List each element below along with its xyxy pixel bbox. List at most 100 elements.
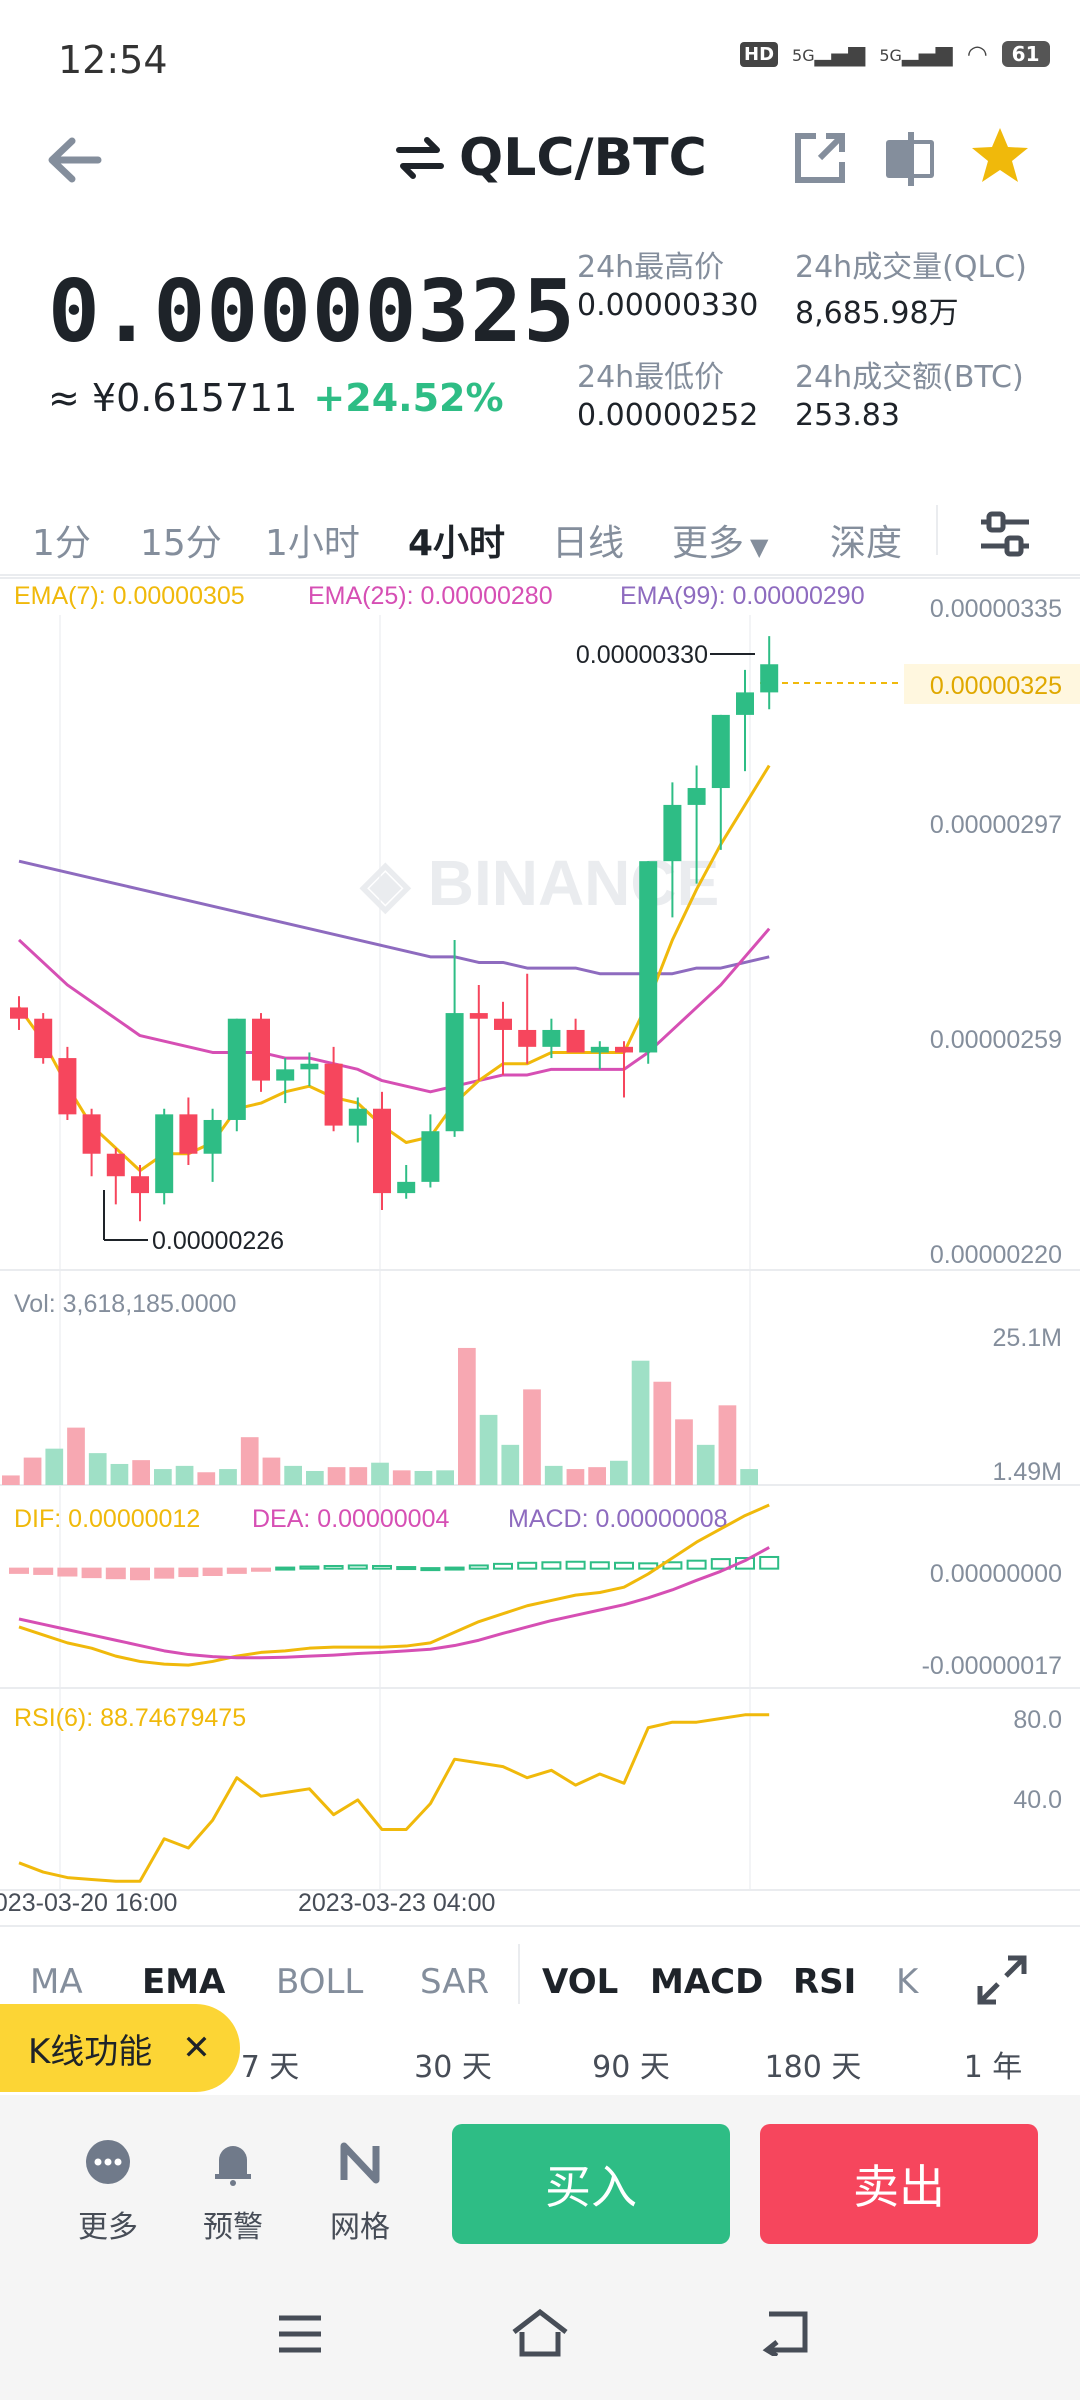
sell-button[interactable]: 卖出 <box>760 2124 1038 2244</box>
volume-bar <box>631 1360 650 1485</box>
interval-tabs: 1分 15分 1小时 4小时 日线 更多 ▼ 深度 <box>0 500 1080 580</box>
favorite-button[interactable] <box>968 124 1032 188</box>
pair-title[interactable]: QLC/BTC <box>395 128 707 188</box>
kline-chart[interactable]: ◈ BINANCE EMA(7): 0.00000305 EMA(25): 0.… <box>0 576 1080 1920</box>
candle <box>106 1153 125 1177</box>
tab-1d[interactable]: 日线 <box>552 514 624 566</box>
candle <box>10 1007 28 1019</box>
macd-bar <box>420 1567 441 1572</box>
volume-bar <box>240 1437 259 1485</box>
ind-tab-ema[interactable]: EMA <box>142 1962 225 2002</box>
ind-tab-sar[interactable]: SAR <box>420 1962 489 2002</box>
menu-nav-button[interactable] <box>275 2312 325 2356</box>
perf-180d-label: 180 天 <box>764 2050 862 2085</box>
macd-bar <box>759 1555 780 1570</box>
home-icon <box>512 2308 568 2357</box>
macd-bar <box>154 1567 175 1579</box>
ind-tab-boll[interactable]: BOLL <box>276 1962 363 2002</box>
candle <box>639 861 658 1053</box>
volume-bar <box>154 1469 172 1485</box>
macd-bar <box>444 1566 465 1571</box>
share-button[interactable] <box>790 128 850 188</box>
ind-tab-vol[interactable]: VOL <box>542 1962 618 2002</box>
grid-label: 网格 <box>330 2210 390 2245</box>
arrow-left-icon <box>48 137 102 183</box>
macd-tick-1: 0.00000000 <box>930 1560 1062 1588</box>
vol-tick-2: 1.49M <box>993 1458 1062 1486</box>
back-button[interactable] <box>40 125 110 195</box>
macd-bar <box>9 1567 29 1574</box>
macd-bar <box>686 1559 707 1570</box>
candle <box>397 1181 416 1194</box>
indicator-top-divider <box>0 1925 1080 1927</box>
x-tick-1: 2023-03-20 16:00 <box>0 1889 177 1917</box>
volume-bar <box>718 1405 737 1485</box>
buy-button[interactable]: 买入 <box>452 2124 730 2244</box>
sliders-icon <box>981 511 1029 557</box>
return-icon <box>762 2311 808 2359</box>
ind-tab-rsi[interactable]: RSI <box>793 1962 856 2002</box>
macd-bar <box>105 1567 126 1580</box>
tab-more[interactable]: 更多 ▼ <box>672 514 768 566</box>
volume-bar <box>740 1469 758 1485</box>
volume-bar <box>175 1465 194 1485</box>
candle <box>615 1046 633 1053</box>
ind-tab-macd[interactable]: MACD <box>650 1962 763 2002</box>
grid-button[interactable]: 网格 <box>310 2138 410 2246</box>
swap-icon <box>396 137 444 179</box>
amount-value: 253.83 <box>795 398 900 433</box>
tab-divider <box>936 505 938 555</box>
y-tick-2: 0.00000297 <box>930 811 1062 839</box>
rsi-series <box>18 1713 770 1883</box>
macd-bar <box>541 1561 562 1570</box>
candle <box>300 1063 319 1070</box>
chart-settings-button[interactable] <box>975 504 1035 564</box>
tab-15m[interactable]: 15分 <box>140 514 222 566</box>
tab-1m[interactable]: 1分 <box>32 514 91 566</box>
candle <box>494 1018 512 1030</box>
volume-bar <box>479 1414 498 1485</box>
expand-icon <box>977 1955 1027 2005</box>
macd-label: MACD: 0.00000008 <box>508 1505 728 1533</box>
more-button[interactable]: 更多 <box>58 2138 158 2246</box>
rsi-label: RSI(6): 88.74679475 <box>14 1704 246 1732</box>
candle <box>324 1063 343 1126</box>
volume-bar <box>436 1470 454 1485</box>
kline-pill-label: K线功能 <box>28 2031 153 2072</box>
ind-tab-ma[interactable]: MA <box>30 1962 83 2002</box>
back-nav-button[interactable] <box>755 2308 811 2359</box>
candle <box>179 1114 198 1154</box>
kline-features-pill[interactable]: K线功能 ✕ <box>0 2004 240 2092</box>
alert-button[interactable]: 预警 <box>183 2138 283 2246</box>
volume-label: 24h成交量(QLC) <box>795 250 1027 285</box>
macd-bar <box>323 1564 344 1570</box>
volume-bar <box>371 1462 389 1485</box>
macd-bar <box>347 1564 368 1570</box>
price-sub-row: ≈ ¥0.615711 +24.52% <box>48 376 504 420</box>
volume-bar <box>45 1448 64 1485</box>
candle <box>373 1108 391 1194</box>
volume-label: Vol: 3,618,185.0000 <box>14 1290 236 1318</box>
ind-tab-k[interactable]: K <box>896 1962 918 2002</box>
volume-bar <box>306 1470 324 1485</box>
macd-bar <box>33 1567 54 1575</box>
tab-4h[interactable]: 4小时 <box>408 514 505 566</box>
fullscreen-button[interactable] <box>972 1950 1036 2010</box>
home-nav-button[interactable] <box>510 2306 570 2358</box>
tab-1h[interactable]: 1小时 <box>265 514 360 566</box>
volume-bar <box>653 1381 672 1485</box>
compare-button[interactable] <box>880 128 940 188</box>
last-price: 0.00000325 <box>48 262 576 362</box>
status-time: 12:54 <box>58 38 168 82</box>
amount-label: 24h成交额(BTC) <box>795 360 1024 395</box>
volume-bar <box>566 1469 585 1485</box>
perf-90d-label: 90 天 <box>592 2050 670 2085</box>
pair-label: QLC/BTC <box>459 128 707 188</box>
volume-bar <box>2 1475 20 1485</box>
wifi-icon: ◠ <box>966 40 988 68</box>
perf-30d-label: 30 天 <box>414 2050 492 2085</box>
close-icon[interactable]: ✕ <box>182 2028 211 2068</box>
high-label: 24h最高价 <box>577 250 725 285</box>
volume-bar <box>219 1469 237 1485</box>
tab-depth[interactable]: 深度 <box>830 514 902 566</box>
